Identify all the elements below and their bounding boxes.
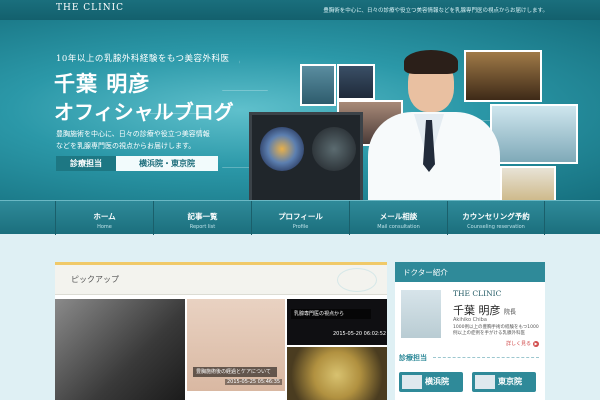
post-thumbnail-specimen[interactable] [287, 347, 387, 400]
hero-subtitle: 10年以上の乳腺外科経験をもつ美容外科医 [56, 54, 230, 64]
doctor-name-text: 千葉 明彦 [453, 304, 501, 317]
molecule-decoration [337, 268, 377, 292]
doctor-avatar[interactable] [401, 290, 441, 338]
divider [433, 357, 539, 358]
nav-label: メール相談 [379, 212, 418, 221]
site-brand[interactable]: THE CLINIC [56, 3, 124, 13]
hero-doctor-name: 千葉 明彦 [54, 71, 151, 96]
tokyo-clinic-button[interactable]: 東京院 [472, 372, 536, 392]
hero-banner: 10年以上の乳腺外科経験をもつ美容外科医 千葉 明彦 オフィシャルブログ 豊胸施… [0, 20, 600, 200]
ultrasound-gray-scan [312, 127, 356, 171]
post-date: 2015-05-20 06:02:52 [333, 331, 387, 337]
sidebar-header: ドクター紹介 [395, 262, 545, 282]
clinic-subheading: 診療担当 [399, 354, 427, 362]
doctor-roman-name: Akihiko Chiba [453, 317, 487, 323]
doctor-sidebar: ドクター紹介 THE CLINIC 千葉 明彦 院長 Akihiko Chiba… [395, 262, 545, 400]
sidebar-clinic-name: THE CLINIC [453, 289, 502, 298]
nav-label: ホーム [93, 212, 116, 221]
collage-photo-ultrasound [249, 112, 363, 200]
sidebar-title: ドクター紹介 [403, 268, 448, 277]
nav-item-counseling-reservation[interactable]: カウンセリング予約 Counseling reservation [447, 201, 545, 235]
doctor-portrait [364, 44, 504, 200]
building-icon [475, 375, 495, 389]
nav-item-mail-consultation[interactable]: メール相談 Mail consultation [349, 201, 447, 235]
nav-sublabel: Counseling reservation [467, 224, 525, 230]
nav-label: 記事一覧 [187, 212, 218, 221]
nav-item-report-list[interactable]: 記事一覧 Report list [153, 201, 251, 235]
post-caption: 豊胸施術後の経過とケアについて [193, 367, 277, 377]
post-date: 2015-05-25 05:46:35 [225, 379, 283, 385]
building-icon [402, 375, 422, 389]
nav-item-home[interactable]: ホーム Home [55, 201, 153, 235]
main-nav: ホーム Home 記事一覧 Report list プロフィール Profile… [0, 200, 600, 235]
nav-sublabel: Home [97, 224, 112, 230]
collage-photo-surgeons [300, 64, 336, 106]
hero-locations: 横浜院・東京院 [116, 156, 218, 171]
nav-sublabel: Mail consultation [377, 224, 420, 230]
more-link-label: 詳しく見る [505, 341, 531, 347]
hero-description-line1: 豊胸施術を中心に、日々の診療や役立つ美容情報 [56, 130, 210, 138]
sidebar-doctor-name: 千葉 明彦 院長 [453, 302, 516, 318]
doctor-hair [404, 50, 458, 74]
clinic-button-label: 横浜院 [425, 377, 449, 386]
nav-sublabel: Profile [292, 224, 309, 230]
post-thumbnail-ultrasound[interactable] [55, 299, 185, 400]
top-bar: THE CLINIC 豊胸術を中心に、日々の診療や役立つ美容情報などを乳腺専門医… [0, 0, 600, 20]
post-thumbnail-dark[interactable]: 乳腺専門医の視点から 2015-05-20 06:02:52 [287, 299, 387, 345]
hero-description-line2: などを乳腺専門医の視点からお届けします。 [56, 142, 196, 150]
doctor-title: 院長 [504, 309, 517, 316]
nav-label: カウンセリング予約 [462, 212, 530, 221]
arrow-right-icon: ▶ [533, 340, 539, 347]
doctor-bio: 1000例以上の豊胸手術の経験をもつ1000例以上の症例を手がける乳腺外科医 [453, 325, 539, 336]
post-thumbnail-body[interactable]: 豊胸施術後の経過とケアについて 2015-05-25 05:46:35 [187, 299, 285, 391]
nav-item-profile[interactable]: プロフィール Profile [251, 201, 349, 235]
hero-blog-title: オフィシャルブログ [54, 100, 234, 124]
profile-more-link[interactable]: 詳しく見る ▶ [506, 340, 539, 347]
header-tagline: 豊胸術を中心に、日々の診療や役立つ美容情報などを乳腺専門医の視点からお届けします… [323, 8, 548, 14]
post-caption: 乳腺専門医の視点から [291, 309, 371, 319]
nav-sublabel: Report list [189, 224, 216, 230]
pickup-header: ピックアップ [55, 265, 387, 295]
collage-photo-syringe [500, 166, 556, 200]
yokohama-clinic-button[interactable]: 横浜院 [399, 372, 463, 392]
pickup-title: ピックアップ [71, 275, 119, 284]
ultrasound-color-scan [260, 127, 304, 171]
clinic-button-label: 東京院 [498, 377, 522, 386]
nav-label: プロフィール [278, 212, 323, 221]
hero-badge: 診療担当 [56, 156, 116, 171]
pickup-section: ピックアップ 豊胸施術後の経過とケアについて 2015-05-25 05:46:… [55, 262, 387, 400]
